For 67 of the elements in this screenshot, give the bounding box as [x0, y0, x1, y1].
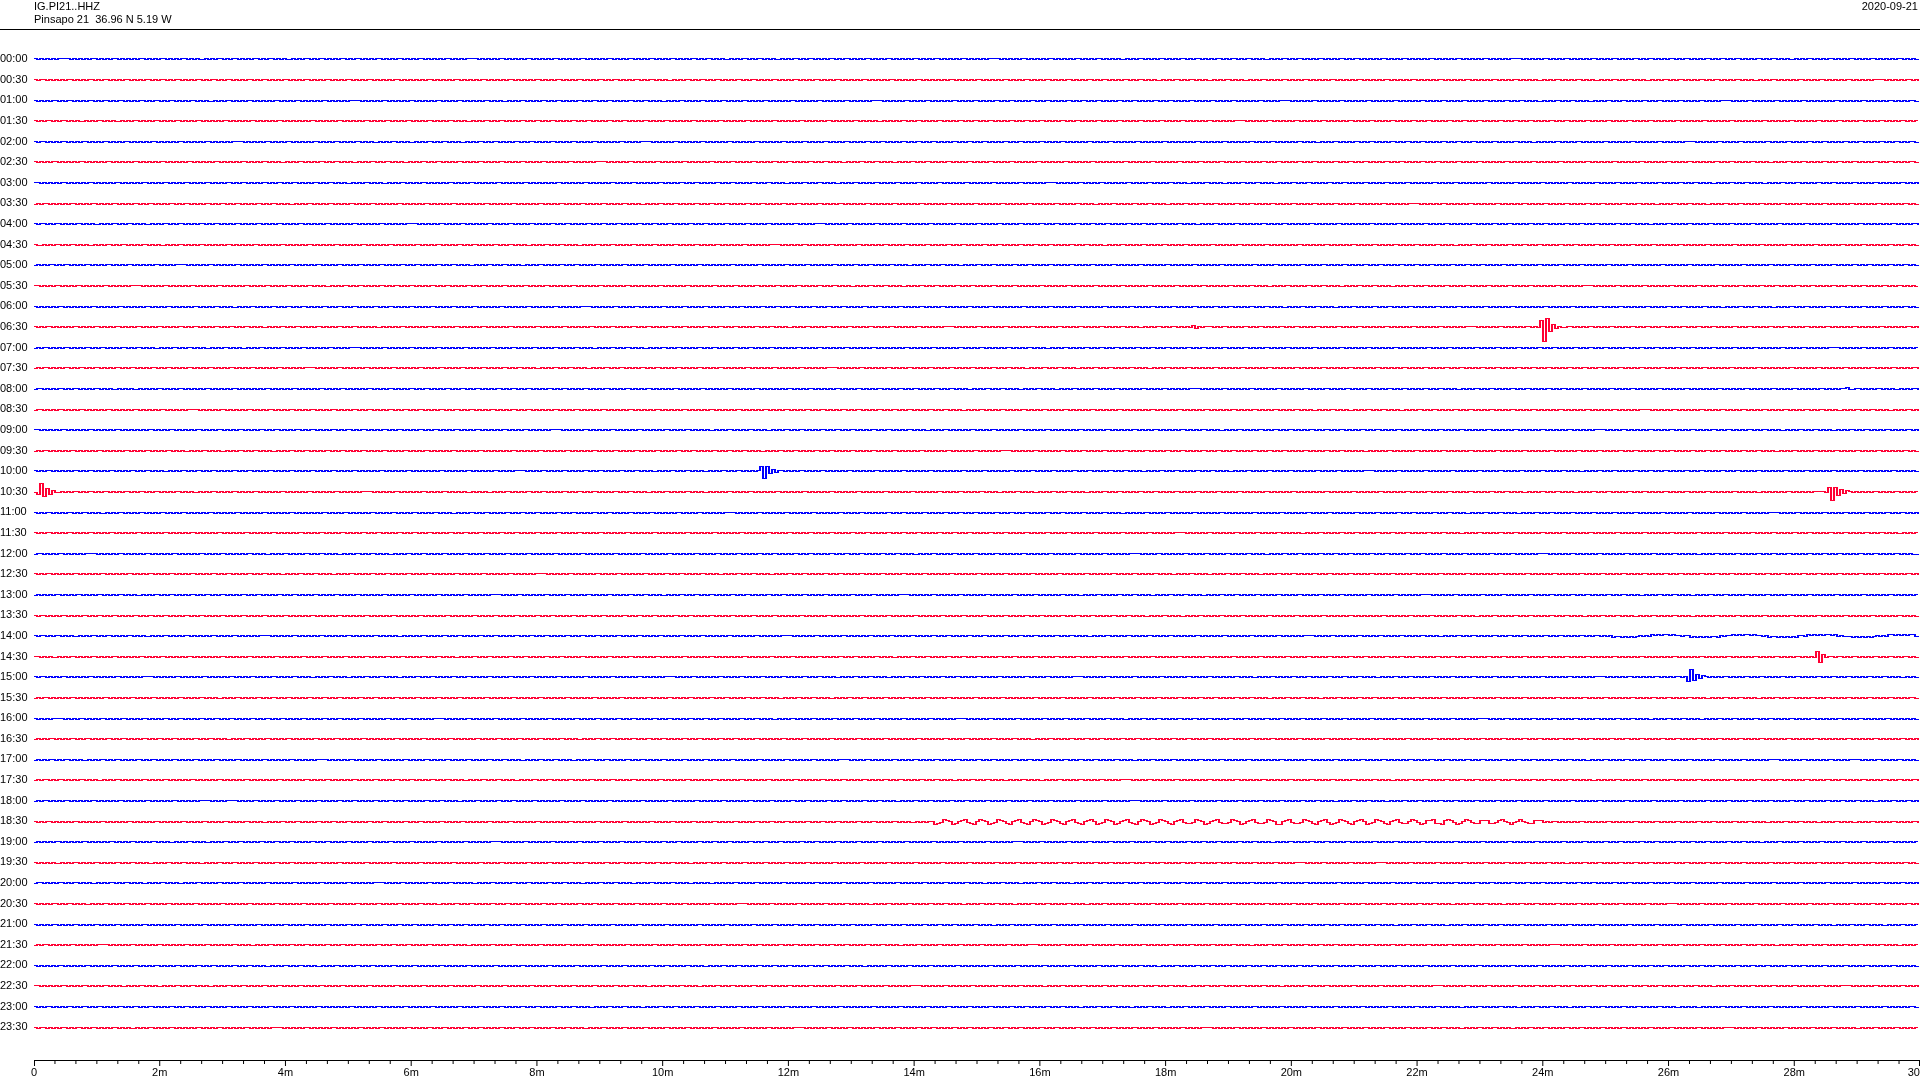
time-tick-label: 20m: [1280, 1065, 1303, 1079]
hour-label: 23:00: [0, 999, 28, 1012]
hour-label: 19:30: [0, 855, 28, 868]
time-tick-label: 18m: [1154, 1065, 1177, 1079]
time-tick-label: 4m: [277, 1065, 294, 1079]
hour-label: 09:00: [0, 423, 28, 435]
hour-label: 08:30: [0, 402, 28, 415]
hour-label: 17:00: [0, 752, 28, 765]
hour-label: 06:30: [0, 320, 28, 332]
hour-label: 13:00: [0, 587, 28, 600]
hour-label: 14:30: [0, 649, 28, 662]
hour-label: 03:30: [0, 196, 28, 209]
time-tick-label: 16m: [1029, 1065, 1051, 1079]
hour-label: 20:30: [0, 896, 28, 909]
time-tick-label: 30: [1907, 1065, 1920, 1079]
time-tick-label: 8m: [529, 1065, 545, 1079]
time-tick-label: 6m: [403, 1065, 419, 1079]
hour-label: 12:30: [0, 567, 28, 580]
hour-label: 12:00: [0, 546, 28, 559]
hour-label: 23:30: [0, 1020, 28, 1033]
time-tick-label: 28m: [1783, 1065, 1805, 1079]
hour-label: 14:00: [0, 628, 28, 641]
time-tick-label: 12m: [777, 1065, 800, 1079]
hour-label: 21:30: [0, 937, 28, 950]
hour-label: 11:30: [0, 525, 27, 538]
hour-label: 17:30: [0, 773, 28, 786]
hour-label: 16:30: [0, 731, 28, 744]
hour-label: 02:30: [0, 155, 28, 168]
hour-label: 09:30: [0, 443, 28, 456]
time-tick-label: 24m: [1532, 1065, 1554, 1079]
hour-label: 21:00: [0, 917, 28, 930]
time-tick-label: 2m: [152, 1065, 168, 1079]
hour-label: 04:30: [0, 237, 28, 250]
hour-label: 07:30: [0, 361, 28, 374]
date-label: 2020-09-21: [1861, 0, 1918, 13]
station-location: Pinsapo 21 36.96 N 5.19 W: [34, 13, 172, 26]
hour-label: 10:00: [0, 464, 28, 477]
hour-label: 22:30: [0, 979, 28, 991]
hour-label: 06:00: [0, 299, 28, 312]
station-code: IG.PI21..HHZ: [34, 0, 102, 13]
hour-label: 15:00: [0, 670, 28, 683]
hour-label: 20:00: [0, 876, 28, 889]
hour-label: 02:00: [0, 134, 28, 147]
time-tick-label: 22m: [1406, 1065, 1428, 1079]
hour-label: 13:30: [0, 608, 28, 621]
time-tick-label: 14m: [903, 1065, 925, 1079]
hour-label: 01:30: [0, 114, 28, 127]
hour-label: 08:00: [0, 381, 28, 394]
hour-label: 03:00: [0, 175, 28, 188]
hour-label: 18:30: [0, 814, 28, 827]
hour-label: 07:00: [0, 340, 28, 353]
hour-label: 15:30: [0, 690, 28, 703]
hour-label: 01:00: [0, 93, 28, 106]
hour-label: 05:30: [0, 278, 28, 291]
time-tick-label: 10m: [651, 1065, 674, 1079]
hour-label: 16:00: [0, 711, 28, 724]
hour-label: 22:00: [0, 958, 28, 971]
hour-label: 11:00: [0, 505, 27, 518]
time-tick-label: 26m: [1657, 1065, 1680, 1079]
hour-label: 05:00: [0, 258, 28, 271]
hour-label: 04:00: [0, 217, 28, 230]
hour-label: 00:00: [0, 52, 28, 65]
hour-label: 18:00: [0, 793, 28, 806]
time-tick-label: 0: [30, 1065, 38, 1079]
hour-label: 00:30: [0, 72, 28, 85]
hour-label: 19:00: [0, 834, 28, 847]
hour-label: 10:30: [0, 484, 28, 497]
